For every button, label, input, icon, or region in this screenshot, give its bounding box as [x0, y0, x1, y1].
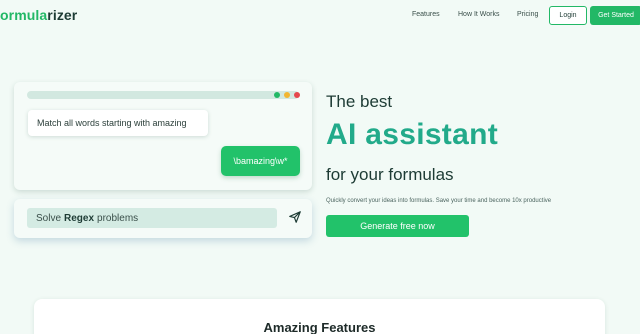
nav-link-pricing[interactable]: Pricing	[517, 11, 538, 18]
hero-headline: AI assistant	[326, 118, 498, 151]
top-nav: ormularizer Features How It Works Pricin…	[0, 0, 640, 32]
paper-plane-icon[interactable]	[288, 210, 302, 224]
hero-subtitle: Quickly convert your ideas into formulas…	[326, 198, 552, 204]
window-dot-green	[274, 92, 280, 98]
prompt-input[interactable]: Solve Regex problems	[27, 208, 277, 228]
logo-part-1: ormula	[0, 7, 48, 23]
get-started-button[interactable]: Get Started	[590, 6, 640, 25]
window-dot-red	[294, 92, 300, 98]
demo-chat-card: Match all words starting with amazing \b…	[14, 82, 312, 190]
logo[interactable]: ormularizer	[0, 7, 77, 23]
generate-free-button[interactable]: Generate free now	[326, 215, 469, 237]
hero-line-3: for your formulas	[326, 165, 454, 184]
login-button[interactable]: Login	[549, 6, 587, 25]
window-dot-yellow	[284, 92, 290, 98]
logo-part-2: rizer	[47, 7, 78, 23]
features-title: Amazing Features	[263, 320, 376, 334]
regex-reply-bubble: \bamazing\w*	[221, 146, 300, 176]
input-text-bold: Regex	[64, 212, 95, 224]
features-section: Amazing Features	[34, 299, 605, 334]
nav-link-how-it-works[interactable]: How It Works	[458, 11, 500, 18]
nav-link-features[interactable]: Features	[412, 11, 440, 18]
prompt-input-card: Solve Regex problems	[14, 199, 312, 238]
window-title-bar	[27, 91, 299, 99]
input-text-before: Solve	[36, 212, 62, 224]
input-text-after: problems	[97, 212, 139, 224]
hero-line-1: The best	[326, 92, 393, 111]
prompt-bubble: Match all words starting with amazing	[28, 110, 208, 136]
